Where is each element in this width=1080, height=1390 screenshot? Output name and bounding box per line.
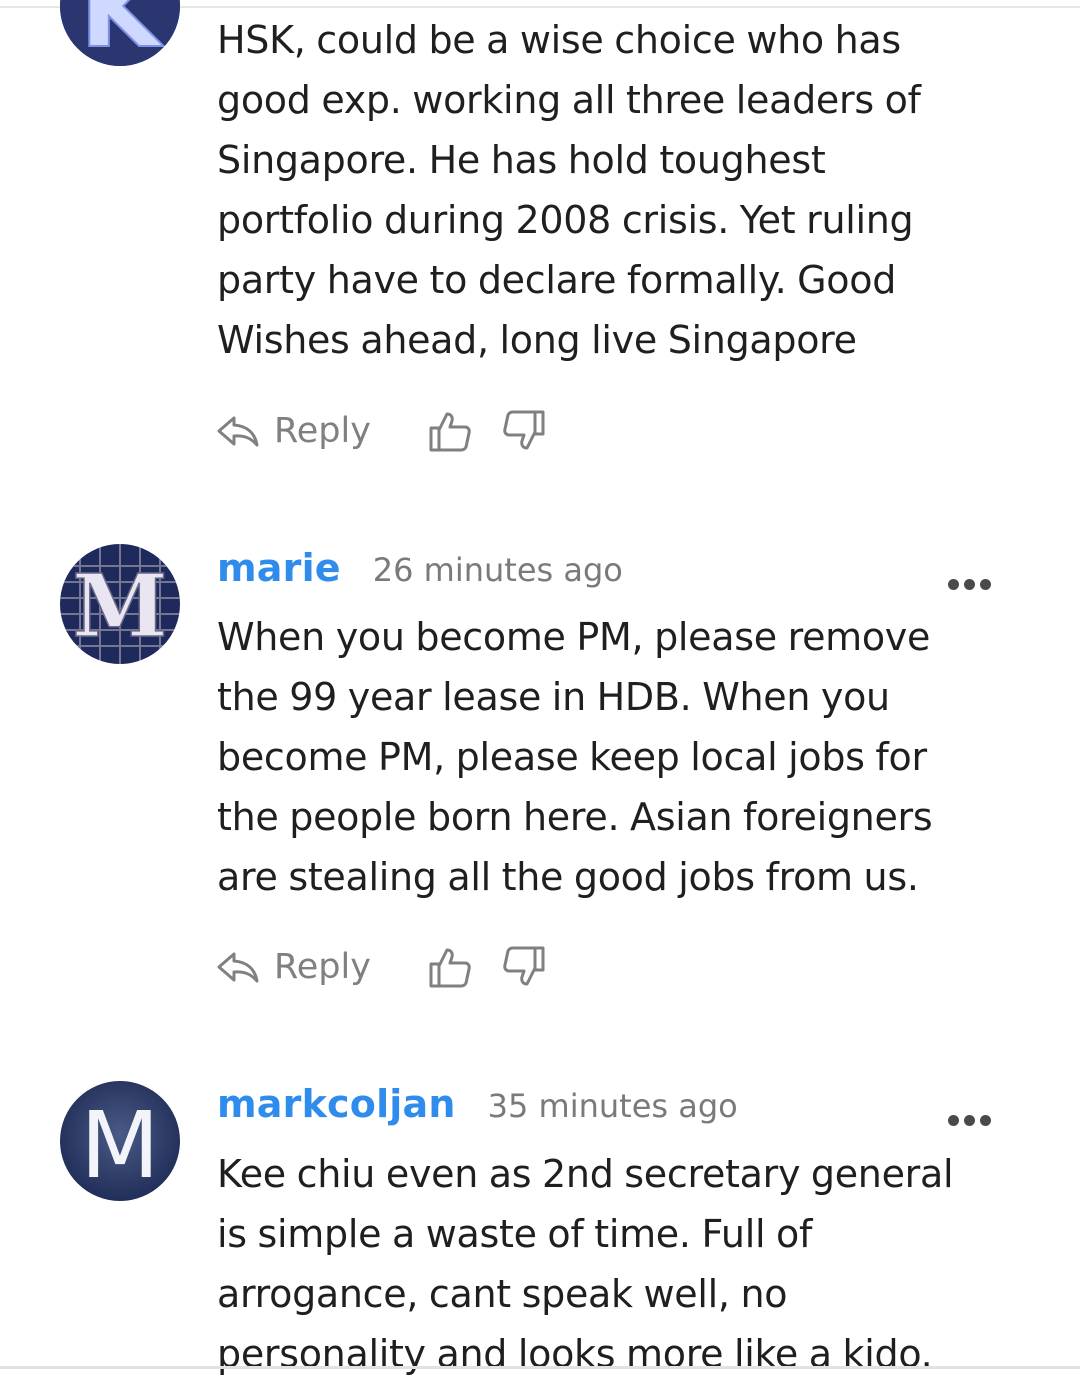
like-button[interactable]: [427, 408, 473, 454]
comment-line: HSK, could be a wise choice who has: [217, 18, 901, 62]
comment-line: Singapore. He has hold toughest: [217, 138, 826, 182]
thumbs-down-icon: [503, 946, 545, 986]
comment-line: arrogance, cant speak well, no: [217, 1272, 788, 1316]
comment-line: When you become PM, please remove: [217, 615, 931, 659]
svg-text:M: M: [72, 556, 167, 657]
reply-label: Reply: [274, 947, 371, 987]
avatar-comment-3[interactable]: M: [60, 1081, 180, 1201]
username-link[interactable]: markcoljan: [217, 1082, 456, 1126]
timestamp: 26 minutes ago: [372, 551, 623, 589]
more-dots-icon: [948, 1114, 959, 1126]
comment-line: are stealing all the good jobs from us.: [217, 855, 919, 899]
comment-body: Kee chiu even as 2nd secretary general i…: [217, 1144, 1037, 1384]
reply-button[interactable]: Reply: [216, 947, 371, 987]
comment-line: become PM, please keep local jobs for: [217, 735, 927, 779]
comment-actions: Reply: [216, 942, 575, 992]
comment-line: personality and looks more like a kido.: [217, 1332, 933, 1376]
comment-meta: marie 26 minutes ago: [217, 546, 623, 606]
comment-line: the 99 year lease in HDB. When you: [217, 675, 890, 719]
comment-line: Kee chiu even as 2nd secretary general: [217, 1152, 954, 1196]
like-button[interactable]: [427, 944, 473, 990]
more-options-button[interactable]: [948, 1110, 1000, 1130]
more-dots-icon: [948, 578, 959, 590]
avatar-m-image: M: [60, 1081, 180, 1201]
bottom-divider: [0, 1366, 1080, 1369]
comment-line: party have to declare formally. Good: [217, 258, 897, 302]
comment-actions: Reply: [216, 406, 575, 456]
reply-button[interactable]: Reply: [216, 411, 371, 451]
comment-line: is simple a waste of time. Full of: [217, 1212, 813, 1256]
avatar-k-image: K: [60, 0, 180, 66]
avatar-comment-2[interactable]: M: [60, 544, 180, 664]
comment-line: Wishes ahead, long live Singapore: [217, 318, 857, 362]
timestamp: 35 minutes ago: [487, 1087, 738, 1125]
comment-body: When you become PM, please remove the 99…: [217, 607, 1037, 907]
comments-page: K HSK, could be a wise choice who has go…: [0, 0, 1080, 1390]
avatar-comment-1[interactable]: K: [60, 0, 180, 66]
username-link[interactable]: marie: [217, 546, 341, 590]
avatar-m-image: M: [60, 544, 180, 664]
dislike-button[interactable]: [501, 408, 547, 454]
svg-text:M: M: [80, 1092, 159, 1199]
comment-meta: markcoljan 35 minutes ago: [217, 1082, 738, 1142]
comment-body: HSK, could be a wise choice who has good…: [217, 10, 1037, 370]
more-options-button[interactable]: [948, 574, 1000, 594]
thumbs-up-icon: [429, 412, 471, 452]
reply-arrow-icon: [217, 952, 259, 983]
reply-label: Reply: [274, 411, 371, 451]
dislike-button[interactable]: [501, 944, 547, 990]
comment-line: good exp. working all three leaders of: [217, 78, 921, 122]
reply-arrow-icon: [217, 416, 259, 447]
thumbs-down-icon: [503, 410, 545, 450]
svg-text:K: K: [80, 0, 164, 66]
thumbs-up-icon: [429, 948, 471, 988]
comment-line: the people born here. Asian foreigners: [217, 795, 933, 839]
comment-line: portfolio during 2008 crisis. Yet ruling: [217, 198, 914, 242]
